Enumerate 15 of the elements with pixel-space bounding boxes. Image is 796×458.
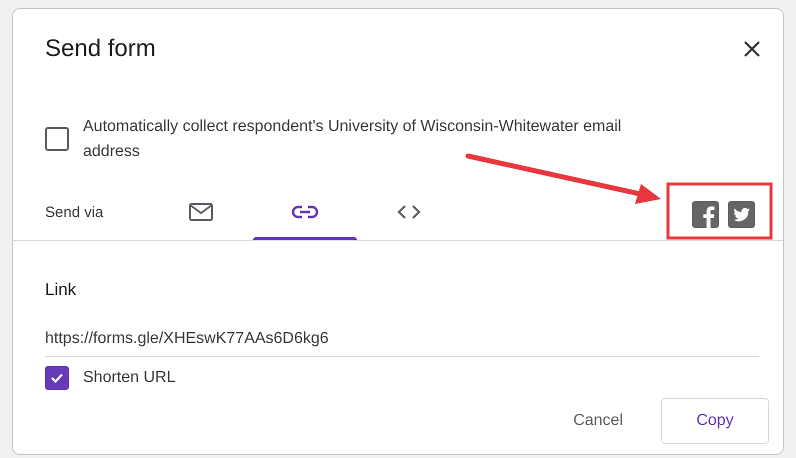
link-icon [291,204,319,220]
send-via-label: Send via [45,204,104,220]
checkbox[interactable] [45,127,69,151]
checkbox[interactable] [45,366,69,390]
bird-icon[interactable] [728,200,755,228]
checkbox-label: Shorten URL [83,369,176,387]
code-icon [395,203,423,221]
link-heading: Link [45,280,78,300]
close-icon[interactable] [743,40,761,58]
mail-icon [188,202,214,222]
facebook-icon[interactable] [692,200,719,228]
checkbox-label: Automatically collect respondent's University of Wisconsin-Whitewater email address [83,117,622,162]
dialog-title: Send form [45,35,156,63]
copy-button[interactable]: Copy [661,398,769,444]
url-field[interactable]: https://forms.gle/XHEswK77AAs6D6kg6 [45,330,759,357]
